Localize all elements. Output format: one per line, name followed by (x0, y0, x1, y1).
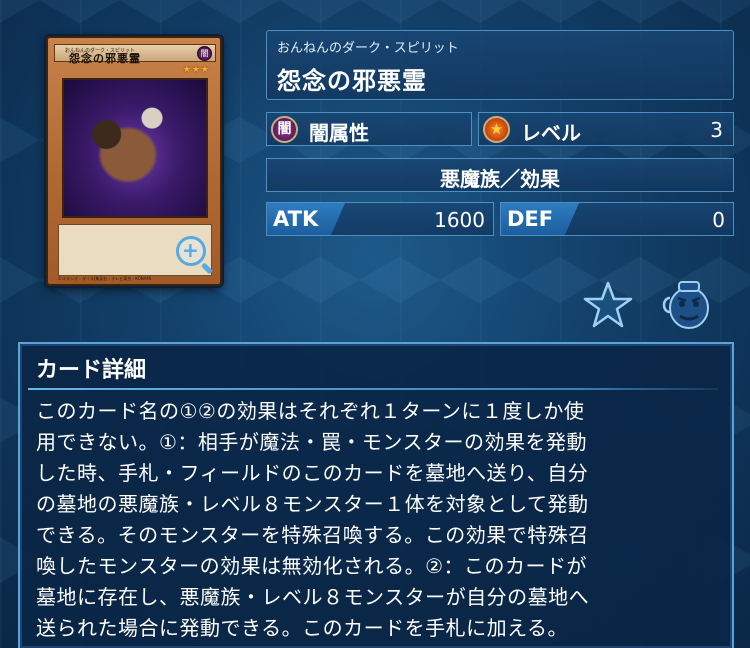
atk-label: ATK (273, 207, 319, 231)
card-image: おんねんのダーク・スピリット 怨念の邪悪霊 闇 ★★★ + ©スタジオ・ダイス/… (46, 36, 222, 286)
card-name-panel: おんねんのダーク・スピリット 怨念の邪悪霊 (266, 30, 734, 100)
card-image-attribute-icon: 闇 (197, 46, 212, 61)
level-star-icon: ★ (483, 116, 510, 143)
card-image-copyright: ©スタジオ・ダイス/集英社・テレビ東京・KONAMI (58, 276, 152, 281)
def-value: 0 (712, 208, 725, 232)
card-effect-text: このカード名の①②の効果はそれぞれ１ターンに１度しか使 用できない。①：相手が魔… (36, 396, 720, 644)
def-label: DEF (507, 207, 554, 231)
pot-of-greed-icon (662, 281, 709, 329)
attribute-label: 闇属性 (309, 121, 369, 145)
card-details-divider (28, 388, 718, 390)
monster-type: 悪魔族／効果 (440, 167, 560, 191)
effect-line: 墓地に存在し、悪魔族・レベル８モンスターが自分の墓地へ (36, 585, 590, 609)
def-panel: DEF 0 (500, 202, 734, 236)
atk-panel: ATK 1600 (266, 202, 494, 236)
favorite-button[interactable] (582, 280, 634, 330)
card-details-panel: カード詳細 このカード名の①②の効果はそれぞれ１ターンに１度しか使 用できない。… (18, 342, 734, 648)
effect-line: 送られた場合に発動できる。このカードを手札に加える。 (36, 616, 568, 640)
effect-line: 用できない。①：相手が魔法・罠・モンスターの効果を発動 (36, 430, 588, 454)
effect-line: の墓地の悪魔族・レベル８モンスター１体を対象として発動 (36, 492, 589, 516)
level-panel: ★ レベル 3 (478, 112, 734, 146)
level-value: 3 (710, 118, 723, 142)
effect-line: このカード名の①②の効果はそれぞれ１ターンに１度しか使 (36, 399, 585, 423)
atk-value: 1600 (434, 208, 485, 232)
card-image-level-stars: ★★★ (182, 65, 210, 75)
zoom-plus-icon: + (182, 238, 199, 262)
card-details-title: カード詳細 (36, 358, 147, 383)
zoom-icon[interactable]: + (176, 236, 214, 275)
effect-line: した時、手札・フィールドのこのカードを墓地へ送り、自分 (36, 461, 589, 485)
type-panel: 悪魔族／効果 (266, 158, 734, 192)
card-artwork (62, 78, 208, 218)
card-image-name: 怨念の邪悪霊 (69, 52, 141, 65)
card-name: 怨念の邪悪霊 (277, 67, 427, 95)
card-name-ruby: おんねんのダーク・スピリット (277, 41, 459, 56)
star-icon (583, 281, 633, 328)
level-label: レベル (521, 121, 581, 145)
effect-line: できる。そのモンスターを特殊召喚する。この効果で特殊召 (36, 523, 589, 547)
card-image-name-bar: おんねんのダーク・スピリット 怨念の邪悪霊 闇 (54, 44, 216, 65)
deck-button[interactable] (660, 276, 716, 332)
effect-line: 喚したモンスターの効果は無効化される。②：このカードが (36, 554, 588, 578)
attribute-panel: 闇 闇属性 (266, 112, 472, 146)
dark-attribute-icon: 闇 (271, 116, 298, 143)
